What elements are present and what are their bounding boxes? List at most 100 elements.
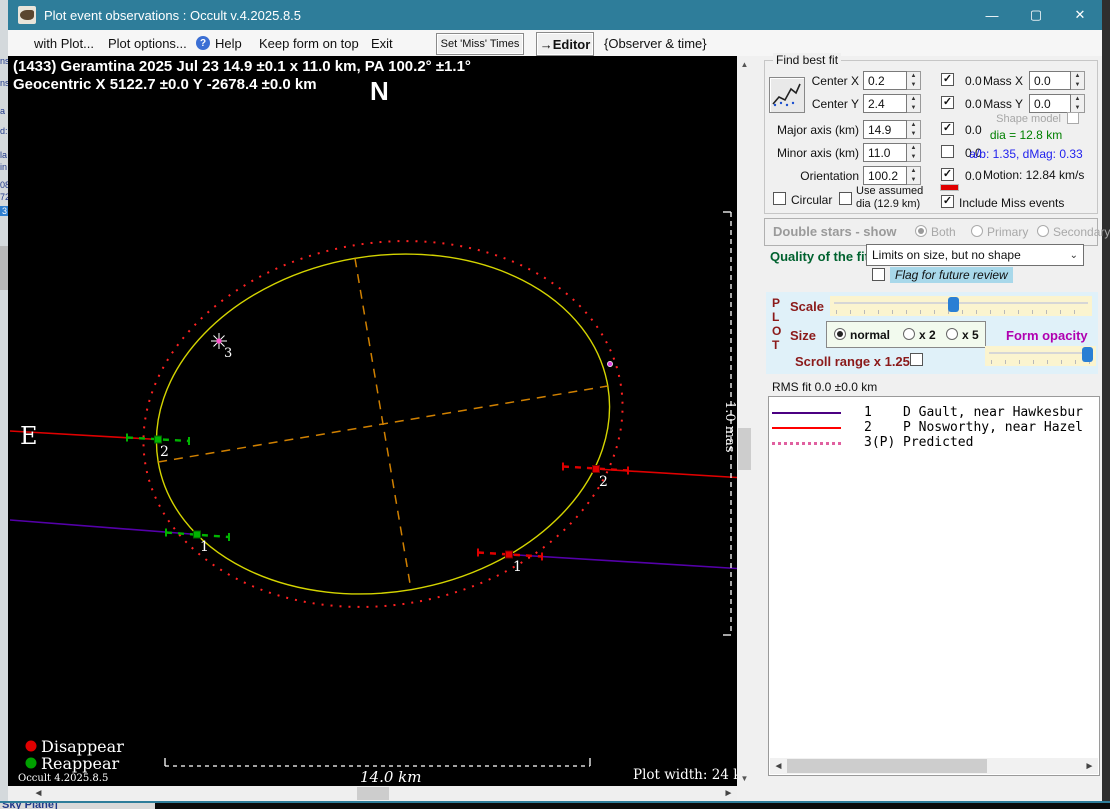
background-window-sliver: ns ns a d: la in 08 72 3 (0, 0, 8, 807)
reappear-dot (25, 757, 37, 769)
radio-both[interactable] (915, 225, 927, 237)
scroll-range-checkbox[interactable] (910, 353, 923, 366)
scroll-range-label: Scroll range x 1.25 (795, 354, 910, 369)
form-opacity-slider-thumb[interactable] (1082, 347, 1093, 362)
radio-primary[interactable] (971, 225, 983, 237)
menu-with-plot[interactable]: with Plot... (34, 34, 94, 52)
assumed-dia-label: Use assumed dia (12.9 km) (856, 185, 924, 210)
scroll-right-icon[interactable]: ► (720, 786, 737, 801)
bg-fragment: 3 (0, 206, 8, 216)
scale-slider[interactable] (830, 296, 1092, 316)
mass-x-input[interactable]: 0.0 (1029, 71, 1071, 90)
minor-axis-input[interactable]: 11.0 (863, 143, 907, 162)
list-item[interactable]: 1 D Gault, near Hawkesbur (769, 405, 1099, 420)
menu-keep-on-top[interactable]: Keep form on top (259, 34, 359, 52)
bg-fragment: d: (0, 126, 8, 136)
quality-value: Limits on size, but no shape (872, 248, 1021, 262)
center-y-checkbox[interactable]: ✓ (941, 96, 954, 109)
form-opacity-slider[interactable] (985, 346, 1096, 366)
list-scroll-left-icon[interactable]: ◄ (770, 758, 787, 774)
version-label: Occult 4.2025.8.5 (18, 773, 108, 784)
close-button[interactable]: ✕ (1058, 0, 1102, 30)
size-radio-group: normal x 2 x 5 (826, 321, 986, 348)
listbox-horizontal-scrollbar[interactable]: ◄ ► (770, 758, 1098, 774)
orientation-spinner[interactable]: ▲ ▼ (907, 166, 921, 185)
size-normal-label: normal (850, 328, 891, 342)
chord2-right-label: 2 (599, 474, 608, 490)
help-icon[interactable]: ? (196, 34, 210, 52)
background-window-title: Sky Plane] (2, 801, 58, 809)
disappear-marker-2[interactable] (592, 465, 600, 473)
reappear-marker-1[interactable] (193, 530, 201, 539)
set-miss-times-button[interactable]: Set 'Miss' Times (436, 33, 524, 55)
orientation-checkbox[interactable]: ✓ (941, 168, 954, 181)
list-scroll-right-icon[interactable]: ► (1081, 758, 1098, 774)
shape-model-checkbox[interactable] (1067, 112, 1079, 124)
scale-slider-thumb[interactable] (948, 297, 959, 312)
circular-checkbox[interactable] (773, 192, 786, 205)
plot-vertical-scrollbar[interactable]: ▲ ▼ (737, 56, 752, 786)
list-item[interactable]: 2 P Nosworthy, near Hazel (769, 420, 1099, 435)
scroll-down-icon[interactable]: ▼ (737, 770, 752, 786)
scroll-up-icon[interactable]: ▲ (737, 56, 752, 72)
chart-icon (772, 83, 801, 107)
chord2-left-label: 2 (160, 444, 169, 460)
background-black-bar (155, 803, 1110, 809)
center-x-label: Center X (811, 74, 859, 88)
editor-button[interactable]: →Editor (536, 32, 594, 56)
reappear-marker-2[interactable] (154, 435, 162, 444)
menu-help[interactable]: Help (215, 34, 242, 52)
orientation-input[interactable]: 100.2 (863, 166, 907, 185)
menubar: with Plot... Plot options... ? Help Keep… (8, 30, 1102, 57)
major-axis-input[interactable]: 14.9 (863, 120, 907, 139)
bg-fragment: la (0, 150, 8, 160)
radio-secondary-label: Secondary (1053, 225, 1110, 239)
list-hscroll-thumb[interactable] (787, 759, 987, 773)
fit-chart-button[interactable] (769, 77, 805, 113)
occultation-plot[interactable]: 2 2 1 1 3 (1433) Geramtina 2025 Jul 23 1… (8, 56, 737, 786)
center-x-checkbox[interactable]: ✓ (941, 73, 954, 86)
radio-secondary[interactable] (1037, 225, 1049, 237)
major-axis-spinner[interactable]: ▲ ▼ (907, 120, 921, 139)
minor-axis-spinner[interactable]: ▲ ▼ (907, 143, 921, 162)
size-x5-radio[interactable] (946, 328, 958, 340)
menu-plot-options[interactable]: Plot options... (108, 34, 187, 52)
assumed-dia-checkbox[interactable] (839, 192, 852, 205)
quality-dropdown[interactable]: Limits on size, but no shape ⌄ (866, 244, 1084, 266)
list-item[interactable]: 3(P) Predicted (769, 435, 1099, 450)
plot-horizontal-scrollbar[interactable]: ◄ ► (8, 786, 737, 801)
flag-review-checkbox[interactable] (872, 268, 885, 281)
observations-listbox[interactable]: 1 D Gault, near Hawkesbur 2 P Nosworthy,… (768, 396, 1100, 776)
bottom-filler (737, 786, 1102, 801)
plot-letter-l: L (772, 310, 780, 324)
size-normal-radio[interactable] (834, 328, 846, 340)
bg-scroll-fragment (0, 246, 8, 290)
mass-x-spinner[interactable]: ▲ ▼ (1071, 71, 1085, 90)
hscroll-thumb[interactable] (357, 787, 389, 800)
size-x2-radio[interactable] (903, 328, 915, 340)
include-miss-label: Include Miss events (959, 196, 1065, 210)
bg-fragment: ns (0, 56, 8, 66)
center-y-input[interactable]: 2.4 (863, 94, 907, 113)
mass-y-input[interactable]: 0.0 (1029, 94, 1071, 113)
mass-y-spinner[interactable]: ▲ ▼ (1071, 94, 1085, 113)
quality-label: Quality of the fit (770, 249, 869, 264)
chevron-down-icon: ⌄ (1069, 249, 1078, 261)
disappear-marker-1[interactable] (505, 550, 513, 559)
scroll-left-icon[interactable]: ◄ (30, 786, 47, 801)
disappear-dot (25, 740, 37, 752)
maximize-button[interactable]: ▢ (1014, 0, 1058, 30)
background-right-sliver (1102, 0, 1110, 807)
minor-axis-checkbox[interactable] (941, 145, 954, 158)
plot-legend: Disappear Reappear Occult 4.2025.8.5 (18, 737, 124, 784)
vscroll-thumb[interactable] (738, 428, 751, 470)
center-y-spinner[interactable]: ▲ ▼ (907, 94, 921, 113)
orientation-label: Orientation (800, 169, 859, 183)
include-miss-checkbox[interactable]: ✓ (941, 195, 954, 208)
center-x-spinner[interactable]: ▲ ▼ (907, 71, 921, 90)
center-x-input[interactable]: 0.2 (863, 71, 907, 90)
scale-label: Scale (790, 299, 824, 314)
menu-exit[interactable]: Exit (371, 34, 393, 52)
major-axis-checkbox[interactable]: ✓ (941, 122, 954, 135)
minimize-button[interactable]: — (970, 0, 1014, 30)
